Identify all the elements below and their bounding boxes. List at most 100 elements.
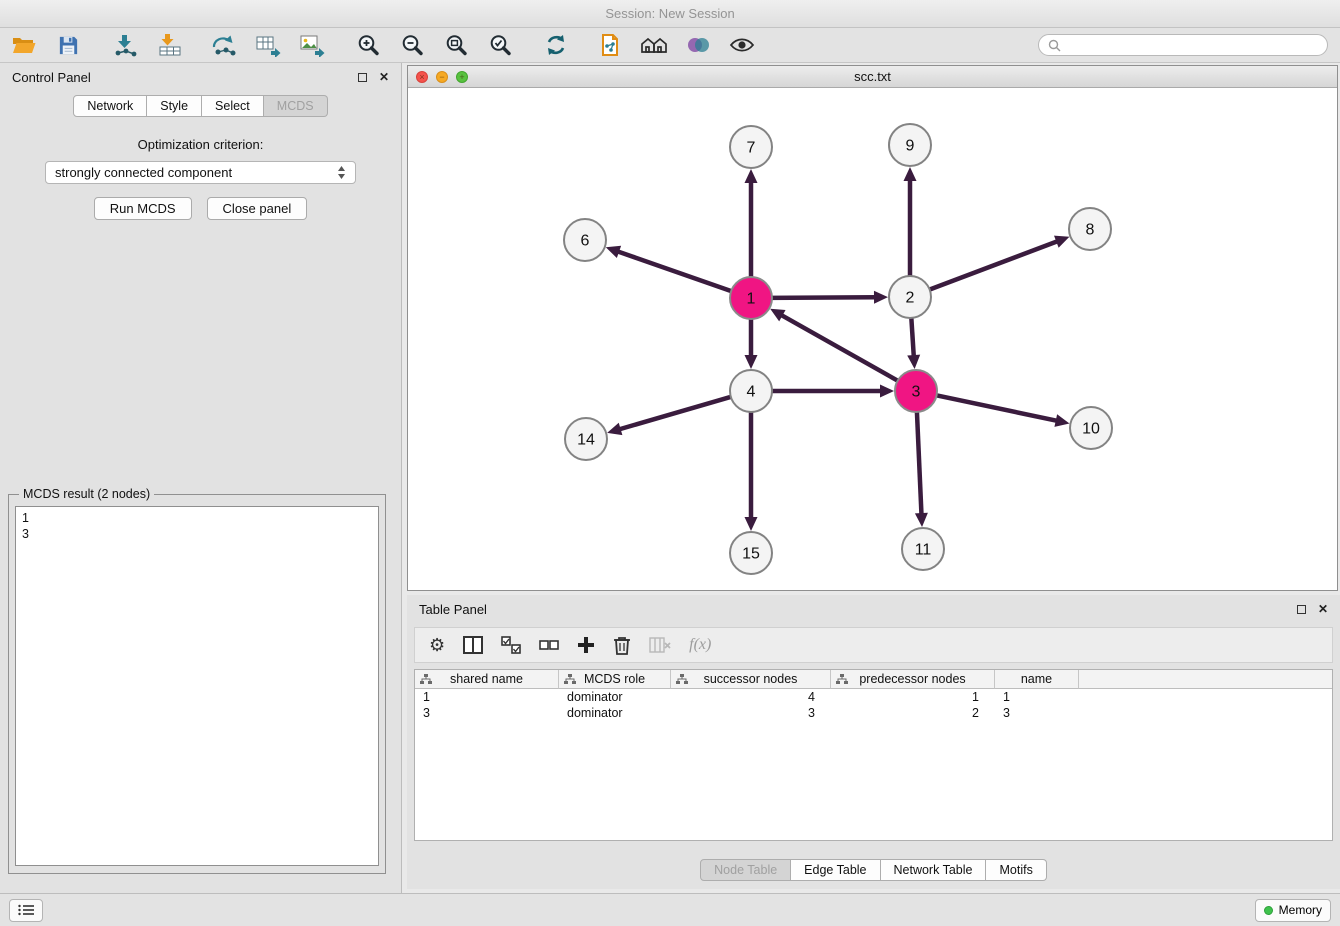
two-houses-icon <box>640 33 668 57</box>
cell-mcds-role[interactable]: dominator <box>559 689 671 705</box>
close-panel-icon[interactable]: ✕ <box>379 70 389 84</box>
graph-edge-2-3[interactable] <box>911 316 914 357</box>
refresh-view-button[interactable] <box>538 31 574 60</box>
graph-edge-1-2[interactable] <box>770 297 876 298</box>
criterion-dropdown-value: strongly connected component <box>55 165 232 180</box>
export-table-button[interactable] <box>250 31 286 60</box>
tab-network-table[interactable]: Network Table <box>881 859 987 881</box>
table-row[interactable]: 3 dominator 3 2 3 <box>415 705 1332 721</box>
save-session-button[interactable] <box>50 31 86 60</box>
export-image-icon <box>299 33 325 57</box>
float-panel-icon[interactable] <box>358 73 367 82</box>
new-network-button[interactable] <box>206 31 242 60</box>
graph-edge-arrowhead <box>915 513 928 527</box>
window-minimize-icon[interactable]: − <box>436 71 448 83</box>
zoom-fit-button[interactable] <box>438 31 474 60</box>
graph-node-label: 8 <box>1086 222 1095 239</box>
window-close-icon[interactable]: × <box>416 71 428 83</box>
cell-mcds-role[interactable]: dominator <box>559 705 671 721</box>
task-history-button[interactable] <box>9 899 43 922</box>
column-header-predecessor-nodes[interactable]: predecessor nodes <box>831 670 995 689</box>
duplicate-network-button[interactable] <box>592 31 628 60</box>
control-panel-header: Control Panel ✕ <box>0 63 401 91</box>
network-window-titlebar[interactable]: × − + scc.txt <box>408 66 1337 88</box>
style-overlap-button[interactable] <box>680 31 716 60</box>
window-zoom-icon[interactable]: + <box>456 71 468 83</box>
deselect-all-button[interactable] <box>539 636 559 654</box>
show-columns-button[interactable] <box>463 636 483 654</box>
cell-shared-name[interactable]: 1 <box>415 689 559 705</box>
export-image-button[interactable] <box>294 31 330 60</box>
column-header-name[interactable]: name <box>995 670 1079 689</box>
select-all-button[interactable] <box>501 636 521 654</box>
table-panel-title: Table Panel <box>419 602 487 617</box>
column-header-successor-nodes[interactable]: successor nodes <box>671 670 831 689</box>
mcds-result-text[interactable]: 1 3 <box>15 506 379 866</box>
trash-icon <box>613 635 631 655</box>
cell-predecessor-nodes[interactable]: 1 <box>831 689 995 705</box>
graph-node-label: 11 <box>915 542 932 559</box>
column-header-mcds-role[interactable]: MCDS role <box>559 670 671 689</box>
cell-shared-name[interactable]: 3 <box>415 705 559 721</box>
search-field[interactable] <box>1038 34 1328 56</box>
tab-network[interactable]: Network <box>73 95 147 117</box>
graph-edge-3-10[interactable] <box>935 395 1058 421</box>
tab-mcds[interactable]: MCDS <box>264 95 328 117</box>
table-header-row: shared name MCDS role successor nodes pr… <box>415 670 1332 689</box>
graph-node-label: 10 <box>1082 421 1100 438</box>
list-icon <box>18 904 34 916</box>
graph-edge-3-11[interactable] <box>917 410 922 515</box>
delete-column-button[interactable] <box>649 636 671 654</box>
tab-select[interactable]: Select <box>202 95 264 117</box>
tab-style[interactable]: Style <box>147 95 202 117</box>
control-panel-title: Control Panel <box>12 70 91 85</box>
memory-button[interactable]: Memory <box>1255 899 1331 922</box>
home-view-button[interactable] <box>636 31 672 60</box>
import-network-button[interactable] <box>108 31 144 60</box>
zoom-out-button[interactable] <box>394 31 430 60</box>
criterion-dropdown[interactable]: strongly connected component <box>45 161 356 184</box>
cell-successor-nodes[interactable]: 4 <box>671 689 831 705</box>
graph-edge-2-8[interactable] <box>928 241 1058 290</box>
graph-edge-4-14[interactable] <box>619 396 733 429</box>
tab-motifs[interactable]: Motifs <box>986 859 1046 881</box>
cell-successor-nodes[interactable]: 3 <box>671 705 831 721</box>
close-table-panel-icon[interactable]: ✕ <box>1318 602 1328 616</box>
graph-edge-1-6[interactable] <box>617 251 733 292</box>
toggle-visibility-button[interactable] <box>724 31 760 60</box>
fx-icon: f(x) <box>689 636 711 653</box>
window-titlebar[interactable]: Session: New Session <box>0 0 1340 28</box>
graph-edge-arrowhead <box>745 517 758 531</box>
float-table-panel-icon[interactable] <box>1297 605 1306 614</box>
zoom-in-button[interactable] <box>350 31 386 60</box>
table-settings-button[interactable]: ⚙ <box>429 636 445 654</box>
table-row[interactable]: 1 dominator 4 1 1 <box>415 689 1332 705</box>
import-table-button[interactable] <box>152 31 188 60</box>
zoom-selected-button[interactable] <box>482 31 518 60</box>
graph-node-label: 7 <box>747 140 756 157</box>
column-header-shared-name[interactable]: shared name <box>415 670 559 689</box>
graph-edge-arrowhead <box>1054 236 1069 248</box>
cell-name[interactable]: 1 <box>995 689 1079 705</box>
close-panel-button[interactable]: Close panel <box>207 197 308 220</box>
search-input[interactable] <box>1066 38 1318 52</box>
zoom-out-icon <box>400 33 424 57</box>
graph-node-label: 2 <box>906 290 915 307</box>
tab-node-table[interactable]: Node Table <box>700 859 791 881</box>
open-session-button[interactable] <box>6 31 42 60</box>
export-table-icon <box>255 33 281 57</box>
graph-edge-arrowhead <box>874 291 888 304</box>
run-mcds-button[interactable]: Run MCDS <box>94 197 192 220</box>
graph-edge-3-1[interactable] <box>781 315 900 382</box>
venn-style-icon <box>685 33 711 57</box>
add-column-button[interactable] <box>577 636 595 654</box>
network-canvas[interactable]: 7968124314101511 <box>408 88 1337 590</box>
tab-edge-table[interactable]: Edge Table <box>791 859 880 881</box>
unchecked-boxes-icon <box>539 636 559 654</box>
mcds-result-line: 1 <box>22 510 372 526</box>
cell-predecessor-nodes[interactable]: 2 <box>831 705 995 721</box>
cell-name[interactable]: 3 <box>995 705 1079 721</box>
delete-button[interactable] <box>613 635 631 655</box>
function-builder-button[interactable]: f(x) <box>689 636 711 654</box>
graph-node-label: 15 <box>742 546 760 563</box>
